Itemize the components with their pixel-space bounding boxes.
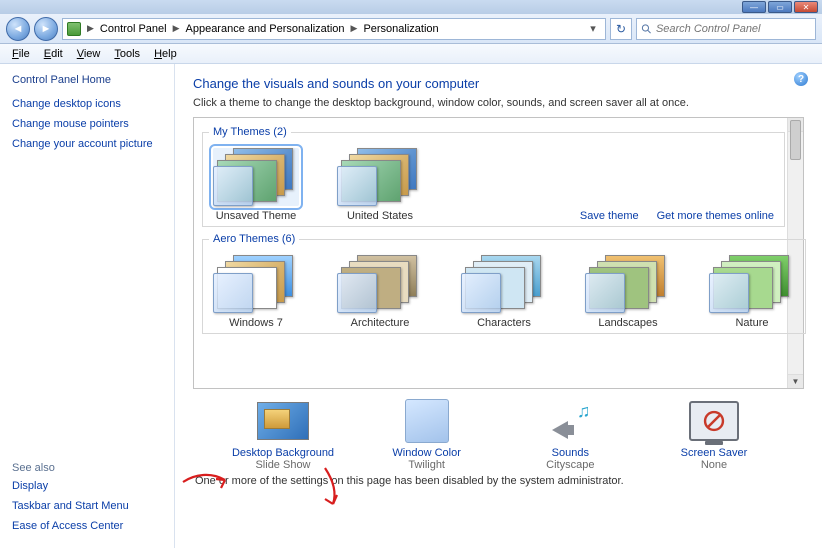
menu-tools[interactable]: Tools xyxy=(108,46,146,62)
screen-saver-icon xyxy=(689,401,739,441)
theme-caption: Landscapes xyxy=(583,317,673,329)
see-also-ease-of-access[interactable]: Ease of Access Center xyxy=(12,520,162,532)
theme-architecture[interactable]: Architecture xyxy=(335,255,425,329)
forward-button[interactable]: ► xyxy=(34,17,58,41)
setting-window-color[interactable]: Window Color Twilight xyxy=(367,399,487,471)
chevron-right-icon[interactable]: ▶ xyxy=(349,23,360,34)
menu-edit[interactable]: Edit xyxy=(38,46,69,62)
main-content: ? Change the visuals and sounds on your … xyxy=(175,64,822,548)
see-also-label: See also xyxy=(12,462,162,474)
address-dropdown-icon[interactable]: ▾ xyxy=(585,22,601,35)
get-more-themes-link[interactable]: Get more themes online xyxy=(657,210,774,222)
maximize-button[interactable]: ▭ xyxy=(768,1,792,13)
page-subtitle: Click a theme to change the desktop back… xyxy=(193,97,804,109)
back-button[interactable]: ◄ xyxy=(6,17,30,41)
sidebar-link-mouse-pointers[interactable]: Change mouse pointers xyxy=(12,118,162,130)
sidebar: Control Panel Home Change desktop icons … xyxy=(0,64,175,548)
see-also-display[interactable]: Display xyxy=(12,480,162,492)
theme-caption: Nature xyxy=(707,317,797,329)
group-legend: Aero Themes (6) xyxy=(209,233,299,245)
setting-sounds[interactable]: ♫ Sounds Cityscape xyxy=(510,399,630,471)
theme-landscapes[interactable]: Landscapes xyxy=(583,255,673,329)
setting-value: None xyxy=(654,459,774,471)
chevron-right-icon[interactable]: ▶ xyxy=(171,23,182,34)
admin-disabled-note: One or more of the settings on this page… xyxy=(193,473,804,487)
theme-unsaved[interactable]: Unsaved Theme xyxy=(211,148,301,222)
refresh-button[interactable]: ↻ xyxy=(610,18,632,40)
search-box[interactable] xyxy=(636,18,816,40)
group-legend: My Themes (2) xyxy=(209,126,291,138)
sidebar-link-desktop-icons[interactable]: Change desktop icons xyxy=(12,98,162,110)
search-input[interactable] xyxy=(656,23,811,35)
setting-value: Slide Show xyxy=(223,459,343,471)
menu-bar: File Edit View Tools Help xyxy=(0,44,822,64)
page-title: Change the visuals and sounds on your co… xyxy=(193,76,804,91)
sidebar-link-account-picture[interactable]: Change your account picture xyxy=(12,138,162,150)
menu-view[interactable]: View xyxy=(71,46,107,62)
chevron-right-icon[interactable]: ▶ xyxy=(85,23,96,34)
theme-caption: Characters xyxy=(459,317,549,329)
setting-label[interactable]: Window Color xyxy=(367,447,487,459)
setting-label[interactable]: Desktop Background xyxy=(223,447,343,459)
setting-label[interactable]: Sounds xyxy=(510,447,630,459)
theme-caption: Unsaved Theme xyxy=(211,210,301,222)
window-color-icon xyxy=(405,399,449,443)
menu-help[interactable]: Help xyxy=(148,46,183,62)
setting-value: Cityscape xyxy=(510,459,630,471)
close-button[interactable]: ✕ xyxy=(794,1,818,13)
help-icon[interactable]: ? xyxy=(794,72,808,86)
setting-desktop-background[interactable]: Desktop Background Slide Show xyxy=(223,399,343,471)
search-icon xyxy=(641,23,652,35)
breadcrumb[interactable]: Appearance and Personalization xyxy=(186,23,345,35)
setting-value: Twilight xyxy=(367,459,487,471)
theme-united-states[interactable]: United States xyxy=(335,148,425,222)
menu-file[interactable]: File xyxy=(6,46,36,62)
scroll-down-icon[interactable]: ▼ xyxy=(788,374,803,388)
navigation-toolbar: ◄ ► ▶ Control Panel ▶ Appearance and Per… xyxy=(0,14,822,44)
minimize-button[interactable]: — xyxy=(742,1,766,13)
address-bar[interactable]: ▶ Control Panel ▶ Appearance and Persona… xyxy=(62,18,606,40)
personalization-settings-row: Desktop Background Slide Show Window Col… xyxy=(193,389,804,473)
theme-caption: United States xyxy=(335,210,425,222)
control-panel-icon xyxy=(67,22,81,36)
control-panel-home-link[interactable]: Control Panel Home xyxy=(12,74,162,86)
sounds-icon: ♫ xyxy=(548,401,592,441)
breadcrumb[interactable]: Control Panel xyxy=(100,23,167,35)
theme-group-my-themes: My Themes (2) Unsaved Theme United State… xyxy=(202,126,785,227)
window-titlebar: — ▭ ✕ xyxy=(0,0,822,14)
scroll-thumb[interactable] xyxy=(790,120,801,160)
setting-label[interactable]: Screen Saver xyxy=(654,447,774,459)
save-theme-link[interactable]: Save theme xyxy=(580,210,639,222)
theme-caption: Architecture xyxy=(335,317,425,329)
theme-group-aero: Aero Themes (6) Windows 7 Architecture C… xyxy=(202,233,806,334)
desktop-background-icon xyxy=(257,402,309,440)
setting-screen-saver[interactable]: Screen Saver None xyxy=(654,399,774,471)
themes-listbox: ▲ ▼ My Themes (2) Unsaved Theme United S… xyxy=(193,117,804,389)
theme-nature[interactable]: Nature xyxy=(707,255,797,329)
see-also-taskbar[interactable]: Taskbar and Start Menu xyxy=(12,500,162,512)
theme-characters[interactable]: Characters xyxy=(459,255,549,329)
theme-windows7[interactable]: Windows 7 xyxy=(211,255,301,329)
breadcrumb[interactable]: Personalization xyxy=(363,23,438,35)
theme-caption: Windows 7 xyxy=(211,317,301,329)
